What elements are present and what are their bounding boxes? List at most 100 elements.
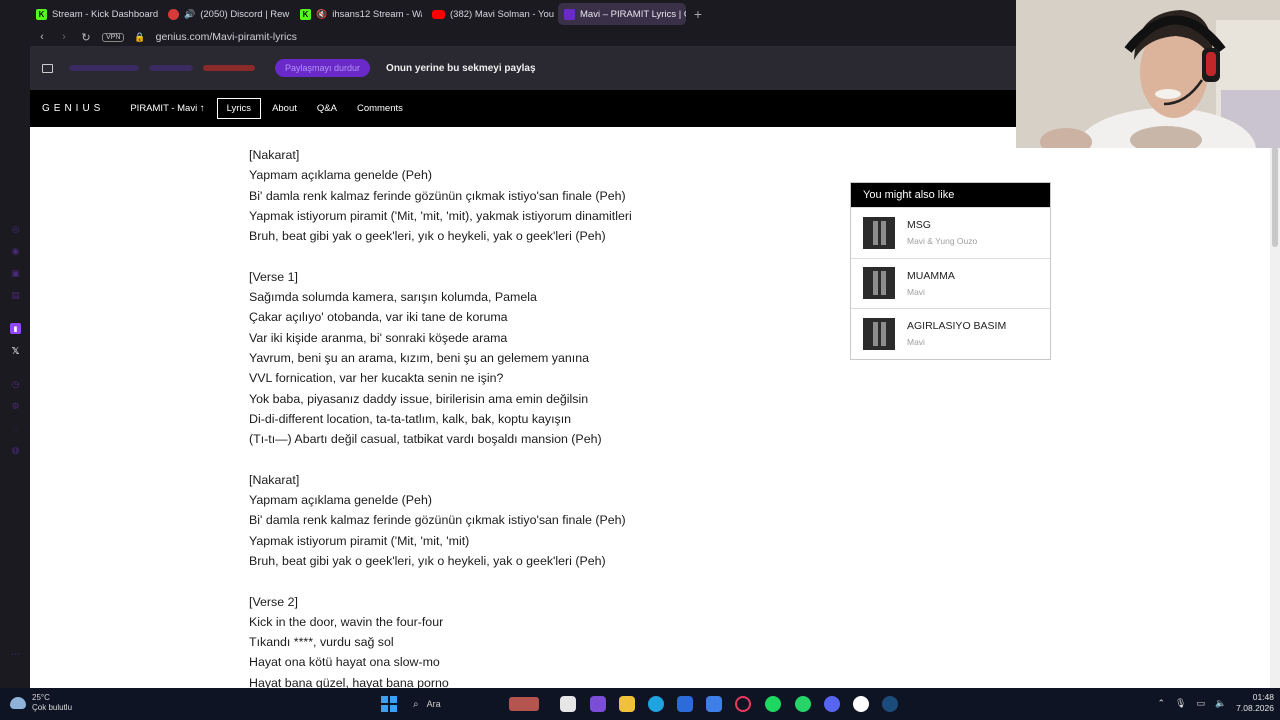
opera-gx-icon[interactable] (735, 696, 751, 712)
page-scrollbar[interactable] (1270, 147, 1280, 688)
tab-lyrics[interactable]: Lyrics (216, 98, 262, 119)
rec-artist: Mavi (907, 286, 925, 297)
recommendation-item[interactable]: MSG Mavi & Yung Ouzo (851, 207, 1050, 258)
time: 01:48 (1252, 692, 1274, 702)
cloud-icon (10, 697, 26, 709)
microphone-icon[interactable]: 🎙 (1175, 698, 1186, 709)
pinboard-icon[interactable]: ◍ (10, 445, 21, 456)
url-field[interactable]: genius.com/Mavi-piramit-lyrics (156, 31, 297, 43)
chevron-up-icon[interactable]: ⌃ (1157, 698, 1165, 709)
lyrics-gap (249, 246, 849, 266)
spotify-icon[interactable] (765, 696, 781, 712)
tab-qa[interactable]: Q&A (308, 99, 346, 118)
lyrics-gap (249, 571, 849, 591)
tab-title: Stream - Kick Dashboard (52, 8, 158, 20)
new-tab-button[interactable]: + (690, 6, 706, 22)
rec-artist: Mavi & Yung Ouzo (907, 236, 978, 247)
page-content: [Nakarat] Yapmam açıklama genelde (Peh) Bi… (30, 127, 1280, 688)
lyric-line: [Verse 2] (249, 594, 298, 609)
lyric-line: Yapmam açıklama genelde (Peh) (249, 493, 432, 508)
lyric-line: Bi' damla renk kalmaz ferinde gözünün çı… (249, 188, 626, 203)
speaker-icon[interactable]: 🔊 (184, 9, 195, 20)
display-icon[interactable]: ▭ (1196, 698, 1205, 709)
clock[interactable]: 01:48 7.08.2026 (1236, 692, 1274, 714)
youtube-icon (432, 9, 445, 19)
lock-icon[interactable]: 🔒 (134, 32, 145, 43)
lyric-line: [Verse 1] (249, 269, 298, 284)
lyric-line: Hayat ona kötü hayat ona slow-mo (249, 655, 440, 670)
settings-icon[interactable]: ⚙ (10, 401, 21, 412)
lyric-line: Sağımda solumda kamera, sarışın kolumda,… (249, 290, 537, 305)
you-might-also-like: You might also like MSG Mavi & Yung Ouzo… (850, 182, 1051, 360)
weather-widget[interactable]: 25°C Çok bulutlu (10, 693, 72, 713)
album-cover (863, 216, 895, 249)
discord-taskbar-icon[interactable] (824, 696, 840, 712)
copilot-icon[interactable] (590, 696, 606, 712)
muted-speaker-icon[interactable]: 🔇 (316, 9, 327, 20)
kick-icon: K (36, 8, 47, 20)
search-placeholder: Ara (426, 699, 441, 709)
also-like-heading: You might also like (851, 183, 1050, 207)
steam-icon[interactable] (882, 696, 898, 712)
stop-sharing-button[interactable]: Paylaşmayı durdur (275, 59, 371, 77)
tab-discord[interactable]: 🔊 (2050) Discord | Rew ... (162, 3, 290, 25)
lyric-line: Kick in the door, wavin the four-four (249, 614, 444, 629)
tab-kick-stream[interactable]: K 🔇 ihsans12 Stream - Watc (294, 3, 422, 25)
reload-icon[interactable]: ↻ (80, 31, 92, 44)
taskview-icon[interactable] (560, 696, 576, 712)
windows-start-icon[interactable] (381, 696, 397, 712)
lyric-line: [Nakarat] (249, 148, 300, 162)
browser-sidebar: ◎ ◉ ▣ ▤ ▮ 𝕏 ◷ ⚙ ◌ ◍ ⋯ (0, 46, 30, 688)
rec-title: MUAMMA (907, 269, 955, 282)
messenger-icon[interactable]: ◎ (10, 224, 21, 235)
cart-icon[interactable]: ▤ (10, 290, 21, 301)
whatsapp-icon[interactable] (795, 696, 811, 712)
recommendation-item[interactable]: AGIRLASIYO BASIM Mavi (851, 308, 1050, 359)
lyric-line: Hayat bana güzel, hayat bana porno (249, 675, 449, 688)
webcam-overlay (1016, 0, 1280, 148)
extensions-icon[interactable]: ◉ (10, 246, 21, 257)
scroll-thumb[interactable] (1272, 147, 1278, 247)
share-this-tab-link[interactable]: Onun yerine bu sekmeyi paylaş (386, 63, 536, 74)
tab-title: (382) Mavi Solman - YouT (450, 8, 554, 20)
speaker-icon[interactable]: 🔈 (1215, 698, 1226, 709)
song-title-link[interactable]: PIRAMIT - Mavi ↑ (130, 103, 204, 114)
vpn-badge[interactable]: VPN (102, 32, 125, 42)
forward-icon[interactable]: › (58, 31, 70, 43)
share-placeholder-link-2[interactable] (149, 65, 193, 71)
genius-logo[interactable]: GENIUS (42, 103, 104, 114)
lyric-line: Yapmak istiyorum piramit ('Mit, 'mit, 'm… (249, 208, 632, 223)
share-placeholder-link[interactable] (69, 65, 139, 71)
album-cover (863, 267, 895, 300)
lyric-line: VVL fornication, var her kucakta senin n… (249, 371, 504, 386)
lyric-line: Bruh, beat gibi yak o geek'leri, yık o h… (249, 229, 606, 244)
lyric-line: (Tı-tı—) Abartı değil casual, tatbikat v… (249, 432, 602, 447)
tab-genius[interactable]: Mavi – PIRAMIT Lyrics | Ge (558, 3, 686, 25)
clock-icon[interactable]: ◷ (10, 379, 21, 390)
rec-artist: Mavi (907, 337, 925, 348)
tab-comments[interactable]: Comments (348, 99, 412, 118)
outlook-icon[interactable] (706, 696, 722, 712)
more-icon[interactable]: ⋯ (10, 649, 21, 660)
lyric-line: Di-di-different location, ta-ta-tatlım, … (249, 411, 572, 426)
lyric-line: Yavrum, beni şu an arama, kızım, beni şu… (249, 350, 589, 365)
recommendation-item[interactable]: MUAMMA Mavi (851, 257, 1050, 309)
music-icon[interactable]: ▣ (10, 268, 21, 279)
back-icon[interactable]: ‹ (36, 31, 48, 43)
lyrics-container: [Nakarat] Yapmam açıklama genelde (Peh) Bi… (249, 145, 849, 688)
tab-youtube[interactable]: (382) Mavi Solman - YouT (426, 3, 554, 25)
search-highlight-icon (508, 697, 539, 711)
x-icon[interactable]: 𝕏 (10, 346, 21, 357)
edge-icon[interactable] (648, 696, 664, 712)
store-icon[interactable] (677, 696, 693, 712)
tab-title: Mavi – PIRAMIT Lyrics | Ge (580, 8, 686, 20)
history-icon[interactable]: ◌ (10, 423, 21, 434)
tab-about[interactable]: About (263, 99, 306, 118)
twitch-icon[interactable]: ▮ (10, 323, 21, 334)
taskbar-search[interactable]: ⌕ Ara (407, 694, 557, 714)
tab-kick-dashboard[interactable]: K Stream - Kick Dashboard (30, 3, 158, 25)
system-tray: ⌃ 🎙 ▭ 🔈 01:48 7.08.2026 (1157, 692, 1274, 714)
file-explorer-icon[interactable] (619, 696, 635, 712)
tab-title: ihsans12 Stream - Watc (332, 8, 422, 20)
chatgpt-icon[interactable] (853, 696, 869, 712)
